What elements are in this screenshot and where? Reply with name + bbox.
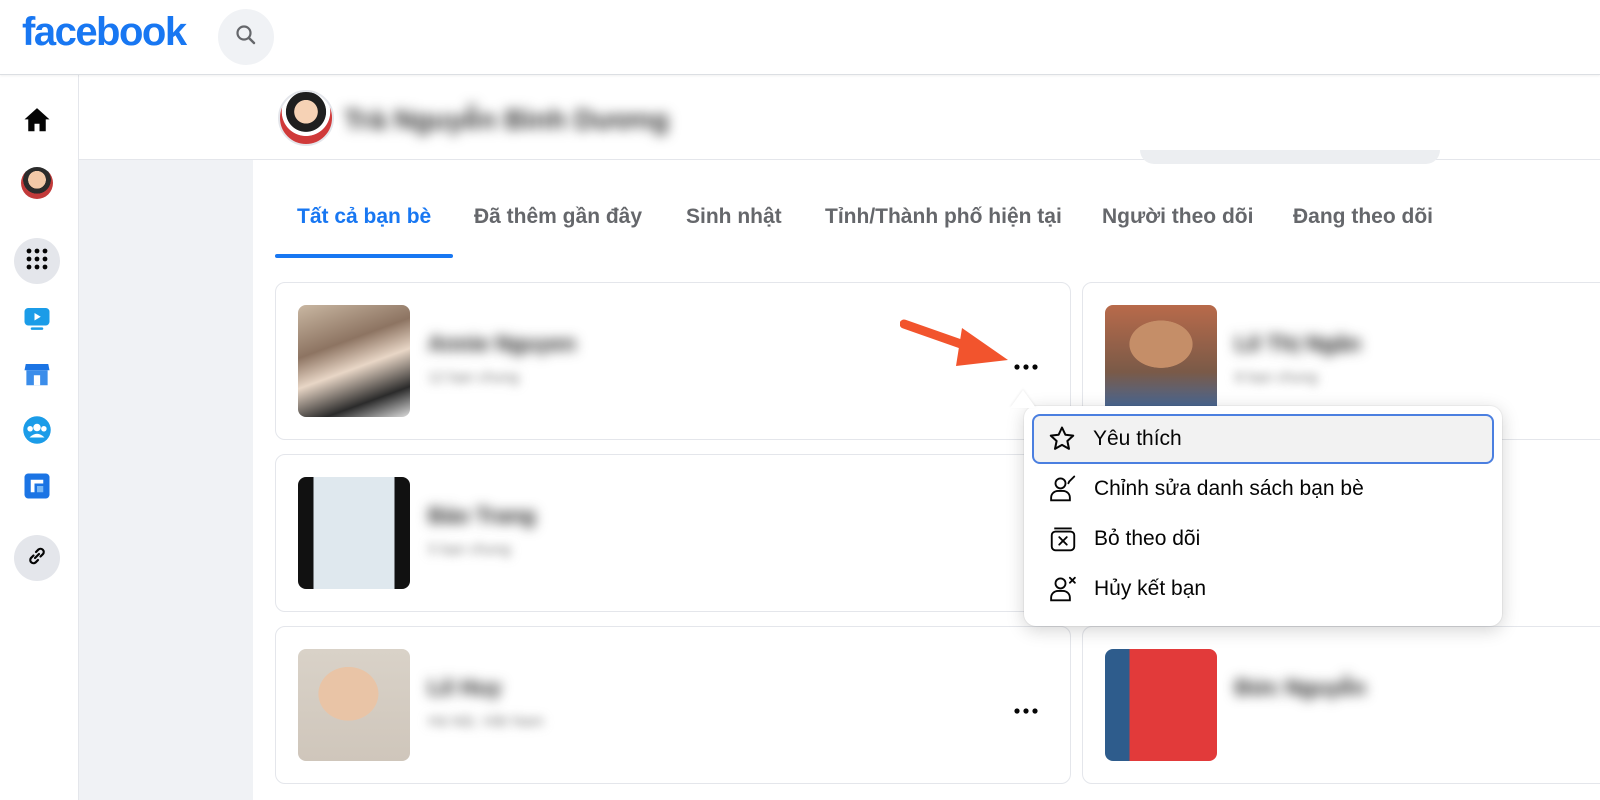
search-button[interactable] [218, 9, 274, 65]
menu-grid-icon [25, 247, 49, 276]
friend-photo[interactable] [298, 477, 410, 589]
watch-icon [22, 303, 52, 338]
friend-options-button[interactable] [1006, 685, 1046, 725]
tab-birthdays[interactable]: Sinh nhật [686, 190, 782, 258]
friend-card[interactable]: Bảo Trang 5 bạn chung [275, 454, 1071, 612]
tab-all-friends[interactable]: Tất cả bạn bè [274, 190, 454, 258]
friend-photo[interactable] [298, 305, 410, 417]
menu-item-favorite[interactable]: Yêu thích [1032, 414, 1494, 464]
tab-current-city[interactable]: Tỉnh/Thành phố hiện tại [825, 190, 1062, 258]
menu-item-label: Hủy kết bạn [1094, 577, 1207, 600]
friend-photo[interactable] [298, 649, 410, 761]
friend-card[interactable]: Đức Nguyễn [1082, 626, 1600, 784]
menu-button[interactable] [14, 238, 60, 284]
groups-icon [22, 415, 52, 450]
friend-card[interactable]: Lê Huy Hà Nội, Việt Nam [275, 626, 1071, 784]
menu-item-unfollow[interactable]: Bỏ theo dõi [1032, 514, 1494, 564]
tab-recently-added[interactable]: Đã thêm gần đây [474, 190, 642, 258]
left-navigation-rail [0, 75, 79, 800]
menu-item-label: Yêu thích [1093, 427, 1182, 450]
friend-name[interactable]: Lê Thị Ngân [1235, 331, 1361, 357]
watch-button[interactable] [14, 297, 60, 343]
link-button[interactable] [14, 535, 60, 581]
friend-subtitle: 12 bạn chung [428, 369, 519, 386]
friend-photo[interactable] [1105, 305, 1217, 417]
groups-button[interactable] [14, 409, 60, 455]
profile-name[interactable]: Trà Nguyễn Bình Dương [344, 104, 669, 136]
menu-item-label: Chỉnh sửa danh sách bạn bè [1094, 477, 1364, 500]
tab-followers[interactable]: Người theo dõi [1102, 190, 1253, 258]
header-decoration [1140, 150, 1440, 164]
friend-name[interactable]: Annie Nguyen [428, 331, 576, 357]
friend-subtitle: Hà Nội, Việt Nam [428, 713, 544, 730]
home-icon [22, 105, 52, 140]
avatar [21, 167, 53, 199]
edit-friend-list-icon [1046, 472, 1080, 506]
unfollow-icon [1046, 522, 1080, 556]
friend-options-menu: Yêu thích Chỉnh sửa danh sách bạn bè Bỏ … [1024, 406, 1502, 626]
friend-photo[interactable] [1105, 649, 1217, 761]
friend-subtitle: 5 bạn chung [428, 541, 511, 558]
profile-avatar[interactable] [278, 90, 334, 146]
friend-name[interactable]: Bảo Trang [428, 503, 536, 529]
menu-item-edit-friend-list[interactable]: Chỉnh sửa danh sách bạn bè [1032, 464, 1494, 514]
link-icon [25, 544, 49, 573]
facebook-logo[interactable]: facebook [22, 10, 187, 55]
marketplace-icon [22, 359, 52, 394]
friend-subtitle: 8 bạn chung [1235, 369, 1318, 386]
gaming-button[interactable] [14, 465, 60, 511]
friend-name[interactable]: Lê Huy [428, 675, 501, 701]
more-options-icon [1014, 689, 1038, 721]
marketplace-button[interactable] [14, 353, 60, 399]
search-icon [234, 23, 258, 52]
more-options-icon [1014, 345, 1038, 377]
star-icon [1045, 422, 1079, 456]
annotation-arrow [899, 318, 1012, 375]
gaming-icon [22, 471, 52, 506]
friend-name[interactable]: Đức Nguyễn [1235, 675, 1366, 701]
profile-button[interactable] [14, 160, 60, 206]
menu-item-label: Bỏ theo dõi [1094, 527, 1201, 550]
friend-options-button[interactable] [1006, 341, 1046, 381]
menu-item-unfriend[interactable]: Hủy kết bạn [1032, 564, 1494, 614]
tab-following[interactable]: Đang theo dõi [1293, 190, 1433, 258]
top-bar: facebook [0, 0, 1600, 75]
home-button[interactable] [14, 99, 60, 145]
menu-pointer [1010, 390, 1036, 408]
unfriend-icon [1046, 572, 1080, 606]
